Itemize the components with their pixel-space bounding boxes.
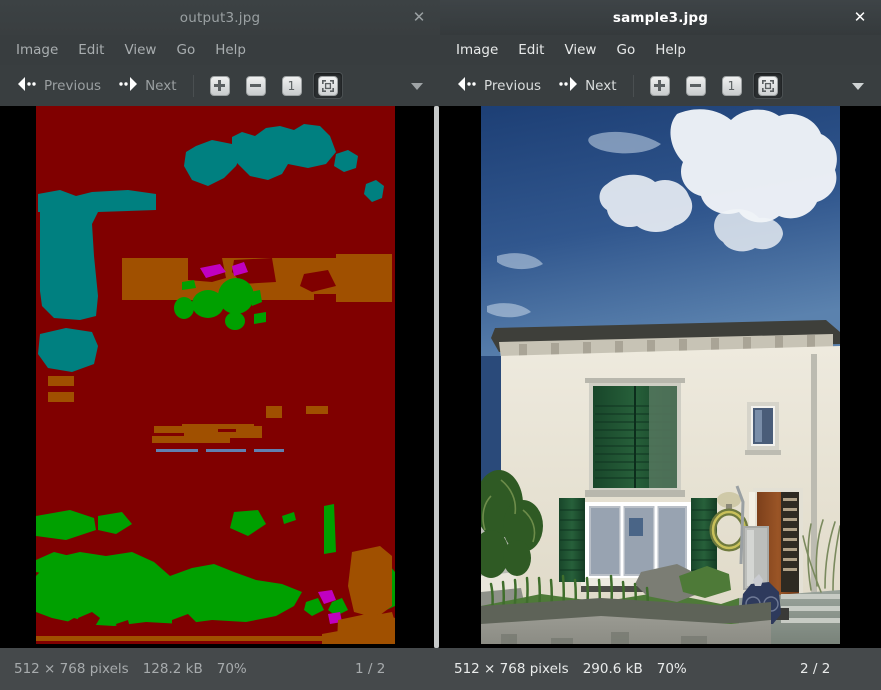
image-position-right: 2 / 2: [800, 661, 831, 677]
next-arrow-icon: [117, 76, 139, 95]
zoom-out-icon: [245, 75, 266, 96]
menu-item-go[interactable]: Go: [606, 40, 645, 60]
menu-item-go[interactable]: Go: [166, 40, 205, 60]
image-zoom-left: 70%: [216, 661, 247, 677]
toolbar-right[interactable]: Previous Next 1: [440, 65, 881, 106]
menu-item-edit[interactable]: Edit: [68, 40, 114, 60]
image-zoom-right: 70%: [656, 661, 687, 677]
image-view-left[interactable]: [0, 106, 440, 648]
previous-arrow-icon: [456, 76, 478, 95]
menubar-right[interactable]: Image Edit View Go Help: [440, 35, 881, 65]
chevron-down-icon: [851, 76, 865, 95]
next-arrow-icon: [557, 76, 579, 95]
chevron-down-icon: [410, 76, 424, 95]
svg-text:1: 1: [728, 79, 736, 92]
previous-label: Previous: [44, 77, 102, 94]
zoom-out-button[interactable]: [681, 72, 711, 99]
normal-size-icon: 1: [281, 75, 302, 96]
image-filesize-left: 128.2 kB: [142, 661, 203, 677]
normal-size-button[interactable]: 1: [717, 72, 747, 99]
titlebar-left[interactable]: output3.jpg ✕: [0, 0, 440, 35]
statusbar-right: 512 × 768 pixels 290.6 kB 70% 2 / 2: [440, 648, 881, 690]
toolbar-overflow-button[interactable]: [849, 77, 867, 95]
previous-arrow-icon: [16, 76, 38, 95]
window-sample3[interactable]: sample3.jpg ✕ Image Edit View Go Help Pr…: [440, 0, 881, 690]
next-button[interactable]: Next: [109, 73, 184, 99]
normal-size-icon: 1: [721, 75, 742, 96]
close-icon[interactable]: ✕: [410, 9, 428, 27]
image-position-left: 1 / 2: [355, 661, 386, 677]
next-label: Next: [145, 77, 177, 94]
previous-label: Previous: [484, 77, 542, 94]
zoom-in-button[interactable]: [645, 72, 675, 99]
toolbar-separator: [632, 74, 634, 97]
zoom-out-button[interactable]: [241, 72, 271, 99]
menu-item-view[interactable]: View: [554, 40, 606, 60]
zoom-out-icon: [685, 75, 706, 96]
vertical-scrollbar-left[interactable]: [434, 106, 439, 648]
menu-item-help[interactable]: Help: [205, 40, 256, 60]
image-filesize-right: 290.6 kB: [582, 661, 643, 677]
zoom-in-icon: [649, 75, 670, 96]
previous-button[interactable]: Previous: [448, 73, 549, 99]
previous-button[interactable]: Previous: [8, 73, 109, 99]
menu-item-view[interactable]: View: [114, 40, 166, 60]
zoom-in-icon: [209, 75, 230, 96]
best-fit-button[interactable]: [312, 72, 343, 99]
zoom-in-button[interactable]: [205, 72, 235, 99]
svg-text:1: 1: [288, 79, 296, 92]
statusbar-left: 512 × 768 pixels 128.2 kB 70% 1 / 2: [0, 648, 440, 690]
menu-item-edit[interactable]: Edit: [508, 40, 554, 60]
best-fit-button[interactable]: [752, 72, 783, 99]
toolbar-overflow-button[interactable]: [408, 77, 426, 95]
scrollbar-thumb[interactable]: [434, 106, 439, 648]
photo-image: [481, 106, 840, 644]
image-dimensions-left: 512 × 768 pixels: [14, 661, 129, 677]
menubar-left[interactable]: Image Edit View Go Help: [0, 35, 440, 65]
menu-item-image[interactable]: Image: [446, 40, 508, 60]
close-icon[interactable]: ✕: [851, 9, 869, 27]
segmentation-image: [36, 106, 395, 644]
window-output3[interactable]: output3.jpg ✕ Image Edit View Go Help Pr…: [0, 0, 440, 690]
normal-size-button[interactable]: 1: [277, 72, 307, 99]
toolbar-left[interactable]: Previous Next 1: [0, 65, 440, 106]
image-dimensions-right: 512 × 768 pixels: [454, 661, 569, 677]
menu-item-image[interactable]: Image: [6, 40, 68, 60]
menu-item-help[interactable]: Help: [645, 40, 696, 60]
image-view-right[interactable]: [440, 106, 881, 648]
next-button[interactable]: Next: [549, 73, 624, 99]
titlebar-right[interactable]: sample3.jpg ✕: [440, 0, 881, 35]
toolbar-separator: [192, 74, 194, 97]
window-title-right: sample3.jpg: [612, 9, 709, 26]
next-label: Next: [585, 77, 617, 94]
desktop: output3.jpg ✕ Image Edit View Go Help Pr…: [0, 0, 881, 690]
window-title-left: output3.jpg: [179, 9, 261, 26]
best-fit-icon: [317, 75, 338, 96]
best-fit-icon: [757, 75, 778, 96]
